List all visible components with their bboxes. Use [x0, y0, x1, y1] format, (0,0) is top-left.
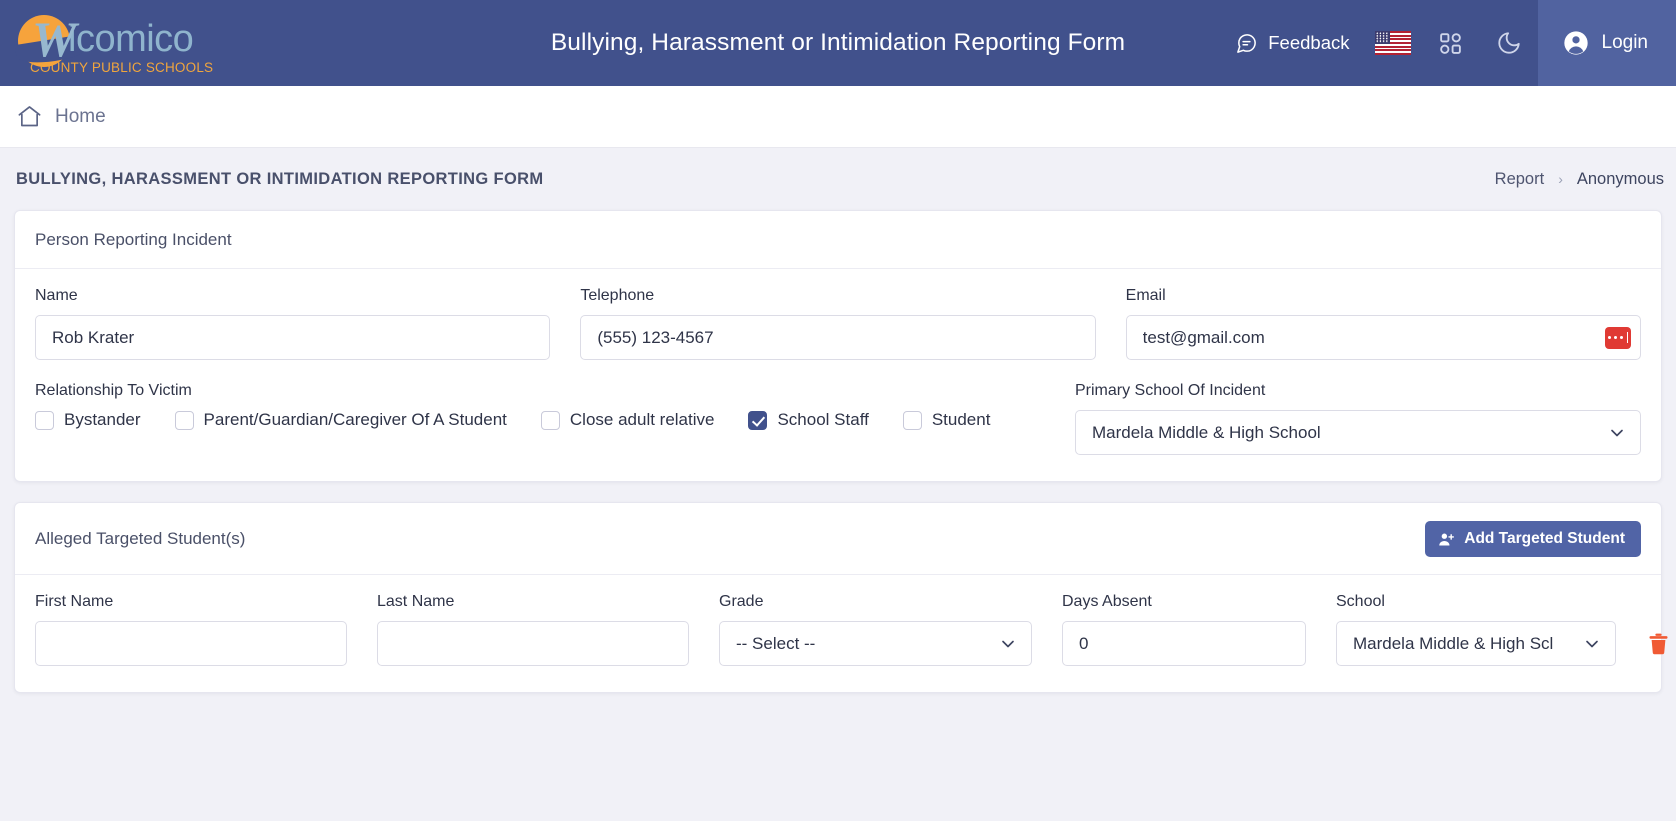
telephone-input[interactable] [580, 315, 1096, 360]
checkbox-label: Student [931, 410, 991, 429]
checkbox-label: Bystander [64, 410, 141, 429]
checkbox-box[interactable] [540, 410, 560, 430]
student-school-group: School Mardela Middle & High Scl [1336, 593, 1616, 666]
user-plus-icon [1438, 531, 1455, 548]
relationship-group: Relationship To Victim Bystander Parent/… [35, 382, 1045, 455]
targeted-student-row: First Name Last Name Grade -- Select -- [35, 593, 1668, 666]
checkbox-close-adult-relative[interactable]: Close adult relative [540, 410, 715, 430]
logo-wrap: W icomico COUNTY PUBLIC SCHOOLS [16, 11, 213, 75]
language-selector[interactable] [1364, 0, 1422, 86]
telephone-label: Telephone [580, 287, 655, 304]
login-button[interactable]: Login [1537, 0, 1676, 86]
contact-row: Name Telephone Email [35, 287, 1641, 360]
grade-group: Grade -- Select -- [719, 593, 1032, 666]
first-name-label: First Name [35, 593, 114, 610]
checkbox-box[interactable] [748, 410, 768, 430]
header-actions: Feedback Login [1221, 0, 1676, 86]
relationship-label: Relationship To Victim [35, 382, 192, 399]
primary-school-select-wrap: Mardela Middle & High School [1075, 410, 1641, 455]
student-school-label: School [1336, 593, 1385, 610]
feedback-label: Feedback [1268, 32, 1350, 53]
brand-logo[interactable]: W icomico COUNTY PUBLIC SCHOOLS [0, 0, 220, 86]
email-label: Email [1125, 287, 1166, 304]
targeted-students-card: Alleged Targeted Student(s) Add Targeted… [14, 502, 1668, 693]
login-label: Login [1601, 32, 1649, 53]
home-bar: Home [0, 86, 1676, 148]
days-absent-label: Days Absent [1062, 593, 1152, 610]
person-reporting-section-title: Person Reporting Incident [35, 230, 232, 249]
student-school-select-wrap: Mardela Middle & High Scl [1336, 621, 1616, 666]
days-absent-input[interactable] [1062, 621, 1306, 666]
primary-school-label: Primary School Of Incident [1075, 382, 1266, 399]
password-dots-icon[interactable] [1604, 326, 1631, 349]
primary-school-select[interactable]: Mardela Middle & High School [1075, 410, 1641, 455]
grade-label: Grade [719, 593, 764, 610]
breadcrumb-item-report[interactable]: Report [1495, 170, 1545, 189]
person-reporting-card-body: Name Telephone Email [15, 269, 1661, 481]
user-avatar-icon [1562, 29, 1590, 57]
app-header: W icomico COUNTY PUBLIC SCHOOLS Bullying… [0, 0, 1676, 86]
grade-select-wrap: -- Select -- [719, 621, 1032, 666]
checkbox-box[interactable] [902, 410, 922, 430]
targeted-students-section-title: Alleged Targeted Student(s) [35, 529, 246, 548]
last-name-label: Last Name [377, 593, 455, 610]
relationship-checkbox-group: Bystander Parent/Guardian/Caregiver Of A… [35, 410, 1045, 430]
checkbox-parent-guardian[interactable]: Parent/Guardian/Caregiver Of A Student [174, 410, 507, 430]
chevron-right-icon: › [1558, 171, 1563, 187]
primary-school-group: Primary School Of Incident Mardela Middl… [1075, 382, 1641, 455]
page-title: BULLYING, HARASSMENT OR INTIMIDATION REP… [16, 169, 544, 188]
checkbox-bystander[interactable]: Bystander [35, 410, 141, 430]
breadcrumb-item-anonymous[interactable]: Anonymous [1577, 170, 1664, 189]
targeted-students-card-header: Alleged Targeted Student(s) Add Targeted… [15, 503, 1661, 575]
student-school-select[interactable]: Mardela Middle & High Scl [1336, 621, 1616, 666]
grade-select[interactable]: -- Select -- [719, 621, 1032, 666]
flag-canton [1374, 31, 1390, 44]
add-targeted-student-button[interactable]: Add Targeted Student [1425, 521, 1641, 557]
email-field-group: Email [1125, 287, 1641, 360]
first-name-group: First Name [35, 593, 347, 666]
home-icon[interactable] [16, 103, 43, 130]
checkbox-box[interactable] [174, 410, 194, 430]
name-input[interactable] [35, 315, 551, 360]
trash-icon[interactable] [1646, 631, 1671, 657]
checkbox-school-staff[interactable]: School Staff [748, 410, 869, 430]
last-name-group: Last Name [377, 593, 689, 666]
delete-student-cell [1646, 621, 1676, 666]
days-absent-group: Days Absent [1062, 593, 1306, 666]
email-input-wrap [1125, 315, 1641, 360]
apps-grid-button[interactable] [1422, 0, 1480, 86]
last-name-input[interactable] [377, 621, 689, 666]
checkbox-label: Close adult relative [569, 410, 715, 429]
dark-mode-toggle[interactable] [1480, 0, 1538, 86]
targeted-students-card-body: First Name Last Name Grade -- Select -- [15, 575, 1668, 692]
person-reporting-card-header: Person Reporting Incident [15, 211, 1661, 269]
page-title-row: BULLYING, HARASSMENT OR INTIMIDATION REP… [0, 148, 1676, 210]
first-name-input[interactable] [35, 621, 347, 666]
us-flag-icon [1374, 31, 1411, 55]
feedback-icon [1235, 32, 1258, 55]
checkbox-label: School Staff [777, 410, 869, 429]
logo-initial: W [32, 11, 77, 67]
logo-wordmark: icomico [68, 18, 194, 60]
telephone-field-group: Telephone [580, 287, 1096, 360]
home-link[interactable]: Home [55, 106, 106, 128]
page-content: Person Reporting Incident Name Telephone… [0, 210, 1676, 693]
email-input[interactable] [1125, 315, 1641, 360]
person-reporting-card: Person Reporting Incident Name Telephone… [14, 210, 1662, 482]
feedback-button[interactable]: Feedback [1221, 32, 1363, 55]
name-label: Name [35, 287, 78, 304]
relationship-row: Relationship To Victim Bystander Parent/… [35, 382, 1641, 455]
breadcrumb: Report › Anonymous [1495, 170, 1664, 189]
checkbox-box[interactable] [35, 410, 54, 430]
checkbox-student[interactable]: Student [902, 410, 991, 430]
name-field-group: Name [35, 287, 551, 360]
checkbox-label: Parent/Guardian/Caregiver Of A Student [203, 410, 507, 429]
add-targeted-student-label: Add Targeted Student [1464, 530, 1625, 547]
